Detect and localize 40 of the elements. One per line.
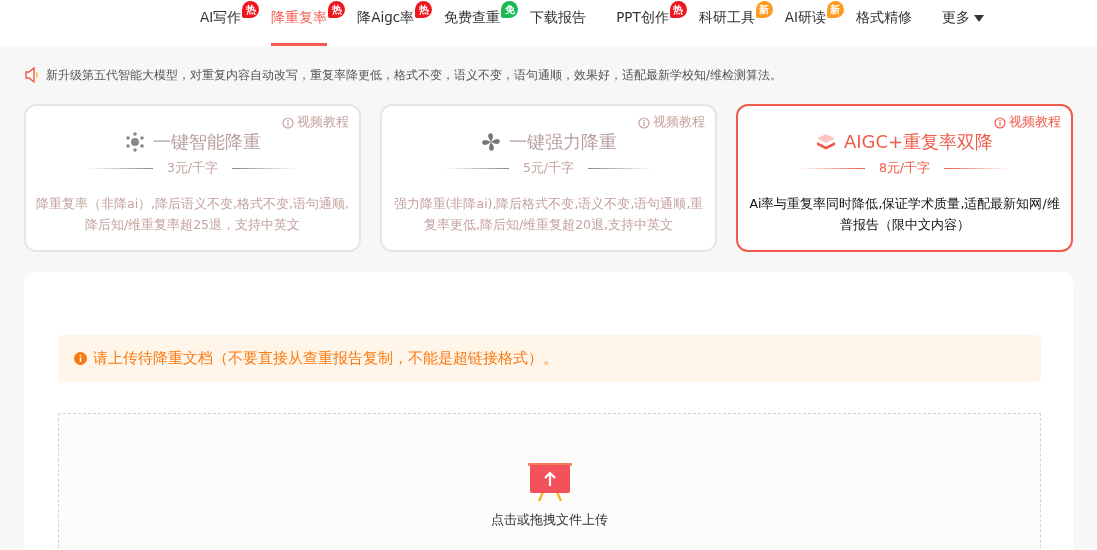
nav-tab[interactable]: 下载报告 xyxy=(530,0,587,46)
plan-description: 强力降重(非降ai),降后格式不变,语义不变,语句通顺,重复率更低,降后知/维重复超20退,支持中英文 xyxy=(392,195,705,234)
info-icon xyxy=(74,352,87,365)
nav-tab[interactable]: AI写作 xyxy=(200,0,242,46)
info-icon xyxy=(994,116,1006,129)
plan-description: Ai率与重复率同时降低,保证学术质量,适配最新知网/维普报告（限中文内容） xyxy=(748,195,1061,234)
badge: 热 xyxy=(669,1,687,18)
plan-title: AIGC+重复率双降 xyxy=(843,130,994,154)
badge: 热 xyxy=(242,1,260,18)
nav-tab[interactable]: 降Aigc率 xyxy=(357,0,415,46)
info-icon xyxy=(638,116,650,129)
notice-text: 新升级第五代智能大模型，对重复内容自动改写，重复率降更低，格式不变，语义不变，语句通顺，效果好，适配最新学校知/维检测算法。 xyxy=(46,67,782,83)
warning-text: 请上传待降重文档（不要直接从查重报告复制，不能是超链接格式）。 xyxy=(93,349,558,368)
nav-tab[interactable]: 免费查重 xyxy=(444,0,501,46)
plan-description: 降重复率（非降ai）,降后语义不变,格式不变,语句通顺,降后知/维重复率超25退，支持中英文 xyxy=(35,195,350,234)
nav-tab[interactable]: AI研读 xyxy=(784,0,826,46)
upload-area[interactable]: 点击或拖拽文件上传 xyxy=(58,413,1041,550)
plan-price: 8元/千字 xyxy=(878,160,931,177)
plan-price: 5元/千字 xyxy=(522,160,575,177)
nav-tab[interactable]: 更多 xyxy=(941,0,970,46)
upload-icon xyxy=(526,462,573,502)
info-icon xyxy=(282,116,294,129)
plan-title: 一键强力降重 xyxy=(508,130,617,154)
badge: 免 xyxy=(501,1,519,18)
plan-card[interactable]: 视频教程 AIGC+重复率双降 8元/千字 Ai率与重复率同时降低,保证学术质量,适配最新知网/维普报告（限中文内容） xyxy=(736,104,1073,252)
badge: 热 xyxy=(328,1,346,18)
plan-title: 一键智能降重 xyxy=(152,130,261,154)
network-icon xyxy=(124,132,145,152)
pinwheel-icon xyxy=(480,132,501,152)
caret-icon[interactable] xyxy=(973,15,984,22)
plan-price: 3元/千字 xyxy=(166,160,219,177)
speaker-icon xyxy=(24,67,40,83)
nav-tab[interactable]: 科研工具 xyxy=(698,0,755,46)
badge: 热 xyxy=(415,1,433,18)
upload-prompt: 点击或拖拽文件上传 xyxy=(491,512,608,529)
badge: 新 xyxy=(755,1,773,18)
nav-tab[interactable]: PPT创作 xyxy=(616,0,669,46)
layers-icon xyxy=(815,133,836,151)
badge: 新 xyxy=(826,1,844,18)
nav-tab[interactable]: 格式精修 xyxy=(855,0,912,46)
